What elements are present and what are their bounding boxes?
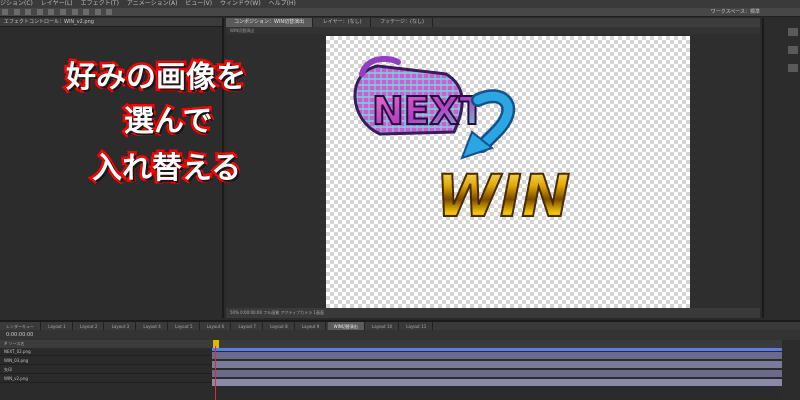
menu-item-window[interactable]: ウィンドウ(W) xyxy=(220,0,261,7)
composition-tabs: コンポジション：WIN切替演出 レイヤー：(なし) フッテージ：(なし) xyxy=(226,18,760,27)
layer-track-bar[interactable] xyxy=(212,352,782,359)
headline-line-2: 選んで xyxy=(122,102,215,142)
timeline-scrollbar[interactable] xyxy=(782,340,800,400)
selection-tool-icon[interactable] xyxy=(2,9,8,15)
menu-item-effect[interactable]: エフェクト(T) xyxy=(81,0,119,7)
tab-layout-6[interactable]: Layout 6 xyxy=(201,322,232,330)
info-panel xyxy=(762,18,800,318)
hand-tool-icon[interactable] xyxy=(13,9,20,15)
composition-breadcrumb[interactable]: WIN切替演出 xyxy=(226,27,760,34)
panel-collapse-icon[interactable] xyxy=(788,28,798,36)
panel-menu-icon[interactable] xyxy=(788,46,798,54)
tab-layout-5[interactable]: Layout 5 xyxy=(169,322,200,330)
tab-layout-4[interactable]: Layout 4 xyxy=(137,322,168,330)
tab-layout-3[interactable]: Layout 3 xyxy=(106,322,137,330)
win-logo-graphic[interactable]: WIN xyxy=(435,161,571,231)
menu-item-help[interactable]: ヘルプ(H) xyxy=(269,0,296,7)
tab-composition[interactable]: コンポジション：WIN切替演出 xyxy=(226,18,314,27)
tab-layout-8[interactable]: Layout 8 xyxy=(264,322,295,330)
pen-tool-icon[interactable] xyxy=(83,9,90,15)
camera-tool-icon[interactable] xyxy=(48,9,55,15)
tab-layout-1[interactable]: Layout 1 xyxy=(42,322,73,330)
rotate-tool-icon[interactable] xyxy=(36,9,43,15)
tab-layout-10[interactable]: Layout 10 xyxy=(366,322,399,330)
tab-footage[interactable]: フッテージ：(なし) xyxy=(372,18,433,27)
tab-layout-2[interactable]: Layout 2 xyxy=(74,322,105,330)
menu-item-composition[interactable]: ジション(C) xyxy=(0,0,33,7)
menu-item-view[interactable]: ビュー(V) xyxy=(185,0,212,7)
headline-line-1: 好みの画像を xyxy=(64,58,249,98)
workspace-selector[interactable]: ワークスペース：標準 xyxy=(711,8,760,17)
panel-options-icon[interactable] xyxy=(788,64,798,72)
viewer-controls[interactable]: 50% 0:00:00:00 フル画質 アクティブカメラ 1画面 xyxy=(226,308,760,318)
tab-layout-11[interactable]: Layout 11 xyxy=(400,322,434,330)
viewer-artwork: NEXT WIN xyxy=(353,55,571,231)
headline-line-3: 入れ替える xyxy=(89,149,243,189)
pan-behind-tool-icon[interactable] xyxy=(59,9,66,15)
layer-row[interactable]: 矢印 xyxy=(0,366,212,374)
playhead-line xyxy=(215,346,216,400)
next-logo-text: NEXT xyxy=(372,89,485,133)
menu-item-layer[interactable]: レイヤー(L) xyxy=(41,0,73,7)
layer-row[interactable]: WIN_03.png xyxy=(0,357,212,365)
win-logo-text: WIN xyxy=(436,162,570,230)
tab-layer[interactable]: レイヤー：(なし) xyxy=(315,18,371,27)
time-display[interactable]: 0:00:00:00 xyxy=(6,332,33,338)
composition-panel: コンポジション：WIN切替演出 レイヤー：(なし) フッテージ：(なし) WIN… xyxy=(226,18,760,318)
tab-render-queue[interactable]: レンダーキュー xyxy=(0,322,41,330)
effect-controls-tab[interactable]: エフェクトコントロール：WIN_v2.png xyxy=(0,18,222,27)
shape-tool-icon[interactable] xyxy=(71,9,78,15)
text-tool-icon[interactable] xyxy=(94,9,101,15)
zoom-tool-icon[interactable] xyxy=(25,9,32,15)
time-ruler[interactable] xyxy=(212,340,782,348)
composition-viewer[interactable]: NEXT WIN xyxy=(326,36,690,312)
brush-tool-icon[interactable] xyxy=(106,9,113,15)
timeline-controls: 0:00:00:00 xyxy=(0,330,800,340)
layer-track-bar[interactable] xyxy=(212,379,782,386)
layer-list-header: # ソース名 xyxy=(0,340,212,348)
tab-layout-7[interactable]: Layout 7 xyxy=(233,322,263,330)
tab-win-switch[interactable]: WIN切替演出 xyxy=(327,322,365,330)
layer-row[interactable]: WIN_v2.png xyxy=(0,375,212,383)
layer-row[interactable]: NEXT_02.png xyxy=(0,348,212,356)
toolbar xyxy=(0,8,800,17)
timeline-tabs: レンダーキュー Layout 1 Layout 2 Layout 3 Layou… xyxy=(0,320,800,330)
work-area-bar[interactable] xyxy=(212,348,782,351)
next-logo-graphic[interactable]: NEXT xyxy=(353,55,486,136)
menu-bar: ジション(C) レイヤー(L) エフェクト(T) アニメーション(A) ビュー(… xyxy=(0,0,800,8)
current-time-indicator[interactable] xyxy=(213,340,219,348)
menu-item-animation[interactable]: アニメーション(A) xyxy=(127,0,178,7)
tab-layout-9[interactable]: Layout 9 xyxy=(296,322,327,330)
layer-track-bar[interactable] xyxy=(212,361,782,368)
layer-track-bar[interactable] xyxy=(212,370,782,377)
